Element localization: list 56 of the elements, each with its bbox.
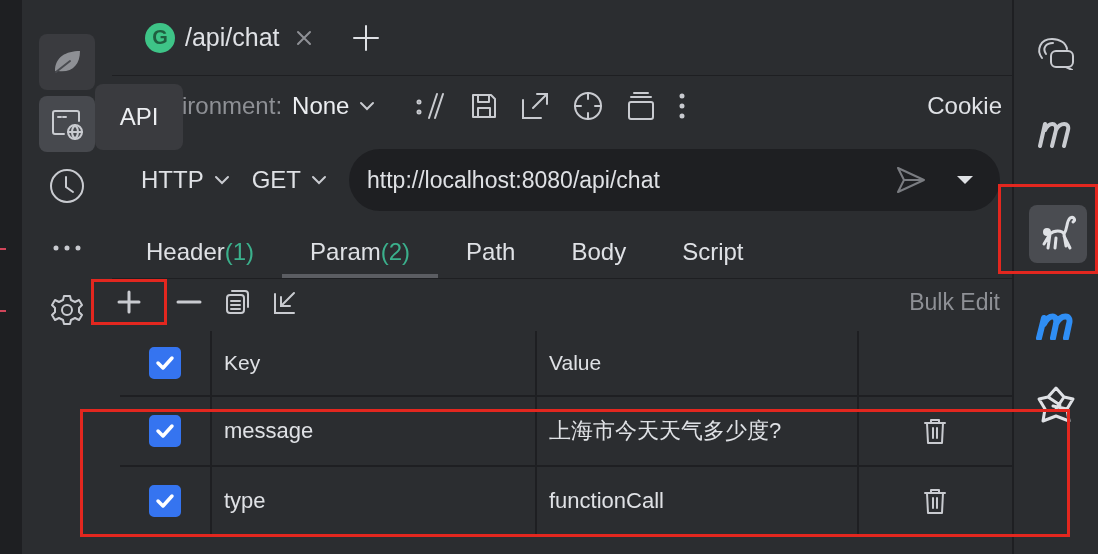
add-button[interactable] bbox=[94, 282, 164, 322]
param-tab[interactable]: Body bbox=[543, 228, 655, 278]
sidebar-button[interactable] bbox=[39, 34, 95, 90]
import-icon bbox=[272, 289, 298, 315]
checkbox[interactable] bbox=[149, 347, 181, 379]
save-icon[interactable] bbox=[471, 93, 498, 119]
leaf-icon bbox=[52, 49, 82, 75]
dropdown-arrow-icon[interactable] bbox=[956, 175, 974, 185]
plugin-button[interactable] bbox=[1029, 205, 1087, 263]
tooltip: API bbox=[95, 84, 183, 150]
plus-icon[interactable] bbox=[351, 23, 380, 52]
table-cell: message bbox=[224, 418, 314, 444]
cookie-button[interactable]: Cookie bbox=[927, 92, 1012, 120]
chevron-down-icon bbox=[311, 175, 327, 185]
chevron-down-icon bbox=[359, 101, 376, 111]
plus-icon bbox=[116, 289, 142, 315]
param-tab[interactable]: Param(2) bbox=[282, 228, 439, 278]
more-icon bbox=[52, 244, 82, 252]
param-tab[interactable]: Header(1) bbox=[118, 228, 283, 278]
tab-label: /api/chat bbox=[185, 23, 280, 52]
send-icon[interactable] bbox=[896, 166, 926, 194]
chat-bubbles-icon bbox=[1036, 36, 1076, 70]
table-cell-text: 上海市今天天气多少度? bbox=[549, 417, 782, 445]
table-cell: functionCall bbox=[549, 488, 664, 514]
column-header: Value bbox=[549, 351, 602, 375]
param-tab[interactable]: Script bbox=[654, 228, 772, 278]
copy-icon bbox=[224, 289, 250, 315]
trash-icon[interactable] bbox=[922, 417, 947, 445]
environment-dropdown[interactable]: ironment: None bbox=[182, 92, 376, 120]
target-icon[interactable] bbox=[573, 91, 604, 121]
more-vertical-icon[interactable] bbox=[679, 93, 686, 119]
url-input[interactable]: http://localhost:8080/api/chat bbox=[367, 166, 866, 194]
method-badge: G bbox=[145, 22, 175, 53]
checkmark-icon bbox=[155, 493, 175, 509]
table-cell: type bbox=[224, 488, 266, 514]
settings-icon bbox=[50, 293, 84, 327]
export-icon[interactable] bbox=[521, 92, 550, 120]
close-icon[interactable] bbox=[295, 29, 312, 46]
method-dropdown[interactable]: GET bbox=[251, 166, 327, 194]
trash-icon[interactable] bbox=[922, 487, 947, 515]
protocol-dropdown[interactable]: HTTP bbox=[141, 166, 230, 194]
minus-icon bbox=[176, 299, 202, 305]
clock-icon bbox=[49, 168, 85, 204]
checkbox[interactable] bbox=[149, 415, 181, 447]
checkmark-icon bbox=[155, 355, 175, 371]
param-tab[interactable]: Path bbox=[438, 228, 544, 278]
checkbox[interactable] bbox=[149, 485, 181, 517]
stack-icon[interactable] bbox=[627, 91, 656, 121]
checkmark-icon bbox=[155, 423, 175, 439]
request-tab[interactable]: G /api/chat bbox=[145, 22, 312, 53]
url-field[interactable]: http://localhost:8080/api/chat bbox=[349, 149, 1000, 211]
browser-globe-icon bbox=[50, 108, 84, 140]
chevron-down-icon bbox=[213, 175, 230, 185]
column-header: Key bbox=[224, 351, 261, 375]
geometric-star-icon bbox=[1036, 385, 1076, 425]
bulk-edit-button[interactable]: Bulk Edit bbox=[909, 288, 1000, 316]
